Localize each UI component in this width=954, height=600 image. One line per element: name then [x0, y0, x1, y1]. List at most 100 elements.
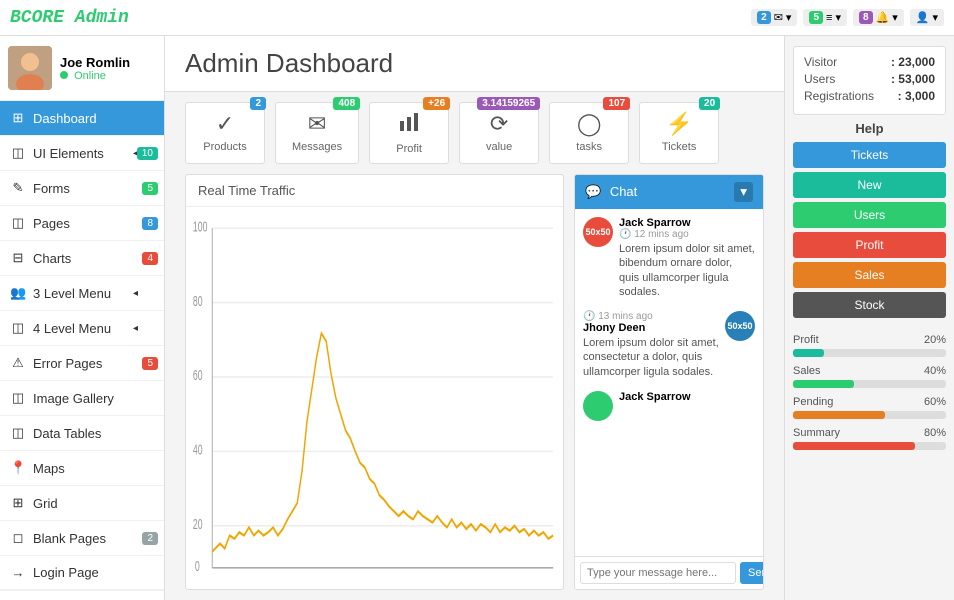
progress-bar-fill — [793, 442, 915, 450]
sidebar-item-label: Data Tables — [33, 426, 101, 441]
tickets-button[interactable]: Tickets — [793, 142, 946, 168]
chat-input[interactable] — [580, 562, 736, 584]
stock-button[interactable]: Stock — [793, 292, 946, 318]
progress-pending: Pending 60% — [793, 396, 946, 419]
stat-label: Messages — [292, 141, 342, 153]
chat-messages: 50x50 Jack Sparrow 🕐 12 mins ago Lorem i… — [575, 209, 763, 556]
sidebar-item-charts[interactable]: ⊟ Charts 4 — [0, 241, 164, 276]
sidebar-item-label: Login Page — [33, 565, 99, 580]
users-row: Users : 53,000 — [804, 72, 935, 86]
sidebar-item-pages[interactable]: ◫ Pages 8 — [0, 206, 164, 241]
svg-text:40: 40 — [193, 441, 203, 458]
sidebar-item-grid[interactable]: ⊞ Grid — [0, 486, 164, 521]
chat-bubble-icon: 💬 — [585, 184, 601, 199]
sidebar-item-label: Grid — [33, 496, 58, 511]
progress-percent: 80% — [924, 427, 946, 439]
maps-icon: 📍 — [10, 460, 26, 476]
sidebar-item-blank-pages[interactable]: ◻ Blank Pages 2 — [0, 521, 164, 556]
nav-badge-user[interactable]: 👤 ▾ — [910, 9, 944, 26]
panels: Real Time Traffic 100 80 60 40 20 0 — [165, 174, 784, 600]
progress-label: Profit — [793, 334, 819, 346]
msg-time: 🕐 12 mins ago — [619, 229, 755, 240]
nav-badge-list[interactable]: 5 ≡ ▾ — [803, 9, 847, 26]
chat-msg-body: Jack Sparrow 🕐 12 mins ago Lorem ipsum d… — [619, 217, 755, 299]
stat-badge: 20 — [699, 97, 720, 110]
help-section: Help Tickets New Users Profit Sales Stoc… — [793, 121, 946, 322]
svg-text:60: 60 — [193, 367, 203, 384]
sidebar-user: Joe Romlin Online — [0, 36, 164, 101]
badge: 5 — [142, 357, 158, 370]
stat-tasks[interactable]: 107 ◯ tasks — [549, 102, 629, 164]
chat-msg-body: Jack Sparrow — [619, 391, 755, 403]
badge: 2 — [142, 532, 158, 545]
nav-badge-bell[interactable]: 8 🔔 ▾ — [853, 9, 904, 26]
sidebar-item-dashboard[interactable]: ⊞ Dashboard — [0, 101, 164, 136]
users-label: Users — [804, 72, 835, 86]
progress-percent: 40% — [924, 365, 946, 377]
send-button[interactable]: Send — [740, 562, 764, 584]
chart-body: 100 80 60 40 20 0 — [186, 207, 563, 589]
sidebar-item-image-gallery[interactable]: ◫ Image Gallery — [0, 381, 164, 416]
progress-bar-bg — [793, 442, 946, 450]
right-panel: Visitor : 23,000 Users : 53,000 Registra… — [784, 36, 954, 600]
progress-header: Summary 80% — [793, 427, 946, 439]
progress-header: Profit 20% — [793, 334, 946, 346]
progress-label: Summary — [793, 427, 840, 439]
progress-bar-fill — [793, 411, 885, 419]
topnav-right: 2 ✉ ▾ 5 ≡ ▾ 8 🔔 ▾ 👤 ▾ — [751, 9, 944, 26]
progress-bar-bg — [793, 411, 946, 419]
chat-header: 💬 Chat ▾ — [575, 175, 763, 209]
circle-icon: ◯ — [577, 111, 602, 137]
sidebar-item-label: Blank Pages — [33, 531, 106, 546]
forms-icon: ✎ — [10, 180, 26, 196]
sidebar-item-error-pages[interactable]: ⚠ Error Pages 5 — [0, 346, 164, 381]
sidebar-item-3level[interactable]: 👥 3 Level Menu ◂ — [0, 276, 164, 311]
profit-button[interactable]: Profit — [793, 232, 946, 258]
stat-messages[interactable]: 408 ✉ Messages — [275, 102, 359, 164]
sidebar-item-forms[interactable]: ✎ Forms 5 — [0, 171, 164, 206]
login-icon: → — [10, 565, 26, 580]
reg-label: Registrations — [804, 89, 874, 103]
mail-chevron: ▾ — [786, 11, 792, 24]
users-button[interactable]: Users — [793, 202, 946, 228]
sidebar-item-label: Pages — [33, 216, 70, 231]
progress-header: Sales 40% — [793, 365, 946, 377]
list-icon: ≡ — [826, 12, 832, 24]
sender-name: Jhony Deen — [583, 322, 719, 334]
sidebar-item-ui-elements[interactable]: ◫ UI Elements ◂ 10 — [0, 136, 164, 171]
progress-label: Pending — [793, 396, 833, 408]
charts-icon: ⊟ — [10, 250, 26, 266]
stat-badge: 3.14159265 — [477, 97, 540, 110]
visitor-label: Visitor — [804, 55, 837, 69]
sidebar-item-4level[interactable]: ◫ 4 Level Menu ◂ — [0, 311, 164, 346]
sidebar-item-maps[interactable]: 📍 Maps — [0, 451, 164, 486]
chart-title: Real Time Traffic — [186, 175, 563, 207]
chat-title: 💬 Chat — [585, 184, 637, 200]
bell-count: 8 — [859, 11, 873, 24]
list-count: 5 — [809, 11, 823, 24]
progress-bar-bg — [793, 349, 946, 357]
stat-tickets[interactable]: 20 ⚡ Tickets — [639, 102, 719, 164]
dashboard-icon: ⊞ — [10, 110, 26, 126]
progress-summary: Summary 80% — [793, 427, 946, 450]
nav-badge-mail[interactable]: 2 ✉ ▾ — [751, 9, 797, 26]
3level-icon: 👥 — [10, 285, 26, 301]
progress-percent: 20% — [924, 334, 946, 346]
user-icon: 👤 — [916, 11, 930, 24]
sidebar-item-data-tables[interactable]: ◫ Data Tables — [0, 416, 164, 451]
chat-dropdown-button[interactable]: ▾ — [734, 182, 753, 202]
right-stats: Visitor : 23,000 Users : 53,000 Registra… — [793, 46, 946, 115]
chat-avatar: 50x50 — [725, 311, 755, 341]
sender-name: Jack Sparrow — [619, 217, 755, 229]
msg-text: Lorem ipsum dolor sit amet, consectetur … — [583, 336, 719, 379]
stat-products[interactable]: 2 ✓ Products — [185, 102, 265, 164]
sidebar-item-label: Forms — [33, 181, 70, 196]
stat-value[interactable]: 3.14159265 ⟳ value — [459, 102, 539, 164]
sidebar-item-login[interactable]: → Login Page — [0, 556, 164, 590]
new-button[interactable]: New — [793, 172, 946, 198]
stat-profit[interactable]: +26 Profit — [369, 102, 449, 164]
bell-icon: 🔔 — [876, 11, 890, 24]
sidebar-item-label: 4 Level Menu — [33, 321, 111, 336]
sales-button[interactable]: Sales — [793, 262, 946, 288]
svg-text:100: 100 — [193, 218, 208, 235]
